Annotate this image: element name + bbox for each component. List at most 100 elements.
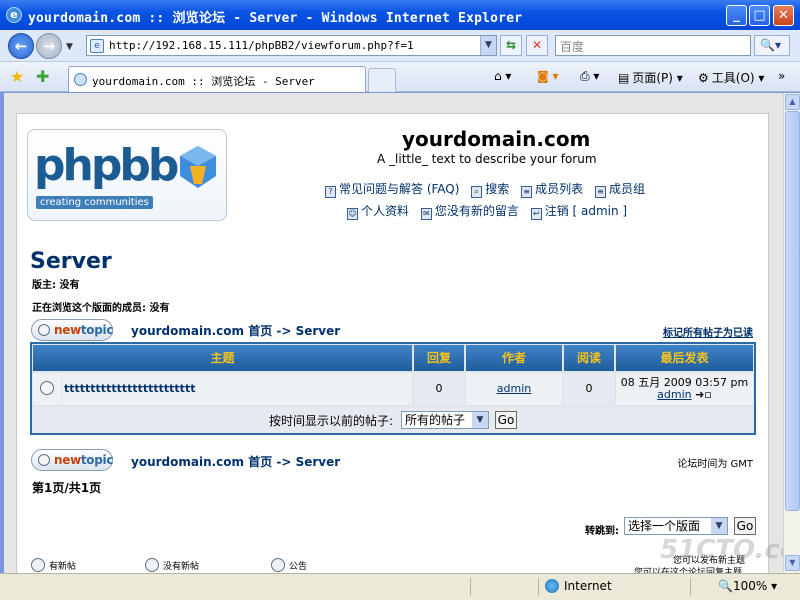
messages-link[interactable]: ✉ 您没有新的留言 (420, 202, 519, 220)
title-bar: e yourdomain.com :: 浏览论坛 - Server - Wind… (0, 0, 800, 30)
permission-reply: 您可以在这个论坛回复主题 (634, 568, 743, 573)
legend-no-new-posts: 没有新帖 (145, 558, 199, 572)
page-menu[interactable]: ▤ 页面(P) ▾ (618, 69, 683, 86)
tab-page-icon (74, 73, 87, 86)
address-url[interactable]: http://192.168.15.111/phpBB2/viewforum.p… (109, 39, 414, 52)
watermark-text: 51CTO.com (660, 535, 800, 565)
logo-wordmark: phpbb (34, 140, 179, 191)
logout-link[interactable]: ↩ 注销 [ admin ] (530, 202, 627, 220)
new-tab-button[interactable] (368, 68, 396, 92)
col-header-topic: 主题 (33, 345, 412, 371)
refresh-button[interactable]: ⇆ (500, 35, 522, 56)
breadcrumb[interactable]: yourdomain.com 首页 -> Server (131, 322, 340, 339)
print-icon[interactable]: ⎙ ▾ (580, 69, 599, 84)
logo-tagline: creating communities (36, 196, 153, 209)
messages-icon: ✉ (420, 208, 432, 220)
zoom-level[interactable]: 🔍100% ▾ (718, 579, 777, 593)
vertical-scrollbar[interactable]: ▲ ▼ (783, 93, 800, 573)
scroll-down-icon[interactable]: ▼ (785, 555, 800, 571)
timezone-text: 论坛时间为 GMT (677, 459, 753, 470)
logo-cube-icon (180, 146, 216, 188)
topic-last-post: 08 五月 2009 03:57 pm admin ➜▫ (616, 373, 753, 405)
show-from-label: 按时间显示以前的帖子: (269, 414, 394, 428)
usergroups-link[interactable]: ≡ 成员组 (594, 180, 645, 198)
scroll-thumb[interactable] (785, 111, 800, 511)
status-bar: Internet 🔍100% ▾ (0, 573, 800, 600)
logout-icon: ↩ (530, 208, 542, 220)
window-title: yourdomain.com :: 浏览论坛 - Server - Window… (28, 11, 523, 26)
faq-link[interactable]: ? 常见问题与解答 (FAQ) (325, 180, 459, 198)
phpbb-logo[interactable]: phpbb creating communities (27, 129, 227, 221)
security-zone[interactable]: Internet (545, 579, 612, 593)
chevron-down-icon: ▼ (472, 412, 488, 428)
minimize-button[interactable]: _ (726, 5, 747, 26)
topic-views: 0 (564, 373, 614, 405)
command-bar: ★ ✚ yourdomain.com :: 浏览论坛 - Server ⌂ ▾ … (0, 62, 800, 92)
col-header-lastpost: 最后发表 (616, 345, 753, 371)
show-from-select[interactable]: 所有的帖子 ▼ (401, 411, 489, 429)
usergroups-icon: ≡ (594, 186, 606, 198)
legend-announcement: 公告 (271, 558, 307, 572)
forward-button[interactable]: → (36, 33, 62, 59)
memberlist-link[interactable]: ≡ 成员列表 (521, 180, 583, 198)
announcement-icon (271, 558, 285, 572)
profile-icon: ☺ (347, 208, 358, 220)
topic-folder-icon (33, 373, 61, 405)
address-bar[interactable]: e http://192.168.15.111/phpBB2/viewforum… (86, 35, 497, 56)
new-posts-icon (31, 558, 45, 572)
search-link[interactable]: ⌕ 搜索 (471, 180, 509, 198)
new-topic-button[interactable]: newtopic (31, 319, 113, 341)
page-viewport: phpbb creating communities yourdomain.co… (4, 93, 783, 573)
top-links-row2: ☺ 个人资料 ✉ 您没有新的留言 ↩ 注销 [ admin ] (347, 202, 635, 220)
add-favorite-icon[interactable]: ✚ (36, 67, 49, 86)
legend-new-posts: 有新帖 (31, 558, 76, 572)
history-dropdown-icon[interactable]: ▼ (66, 42, 73, 52)
memberlist-icon: ≡ (521, 186, 533, 198)
top-links-row1: ? 常见问题与解答 (FAQ) ⌕ 搜索 ≡ 成员列表 ≡ 成员组 (325, 180, 653, 198)
topic-author-link[interactable]: admin (466, 373, 562, 405)
search-input[interactable]: 百度 (555, 35, 751, 56)
ie-icon: e (6, 7, 22, 23)
scroll-up-icon[interactable]: ▲ (785, 94, 800, 110)
faq-icon: ? (325, 186, 336, 198)
topics-table: 主题 回复 作者 阅读 最后发表 ttttttttttttttttttttttt… (30, 342, 756, 435)
tools-menu[interactable]: ⚙ 工具(O) ▾ (698, 69, 764, 86)
address-toolbar: ← → ▼ e http://192.168.15.111/phpBB2/vie… (0, 30, 800, 62)
address-dropdown-icon[interactable]: ▼ (480, 36, 496, 55)
show-from-go-button[interactable]: Go (495, 411, 517, 429)
pagination-text: 第1页/共1页 (32, 481, 102, 495)
home-icon[interactable]: ⌂ ▾ (494, 69, 511, 83)
stop-button[interactable]: ✕ (526, 35, 548, 56)
last-post-arrow-icon[interactable]: ➜▫ (695, 388, 712, 401)
page-menu-icon: ▤ (618, 71, 630, 85)
search-button[interactable]: 🔍▾ (754, 35, 790, 56)
last-post-author-link[interactable]: admin (657, 388, 691, 401)
no-new-posts-icon (145, 558, 159, 572)
gear-icon: ⚙ (698, 71, 709, 85)
breadcrumb-bottom[interactable]: yourdomain.com 首页 -> Server (131, 453, 340, 470)
rss-feed-icon[interactable]: ◙ ▾ (537, 69, 558, 83)
close-button[interactable]: ✕ (773, 5, 794, 26)
new-topic-button-bottom[interactable]: newtopic (31, 449, 113, 471)
forum-page: phpbb creating communities yourdomain.co… (16, 113, 769, 573)
profile-link[interactable]: ☺ 个人资料 (347, 202, 409, 220)
moderator-text: 版主: 没有 (32, 280, 80, 291)
topic-title-link[interactable]: ttttttttttttttttttttttttt (62, 373, 412, 405)
jump-forum-select[interactable]: 选择一个版面 ▼ (624, 517, 728, 535)
toolbar-overflow-icon[interactable]: » (778, 69, 785, 83)
topic-replies: 0 (414, 373, 464, 405)
tab-label: yourdomain.com :: 浏览论坛 - Server (92, 75, 315, 88)
mark-all-read-link[interactable]: 标记所有帖子为已读 (663, 324, 753, 339)
forum-title[interactable]: Server (30, 249, 112, 274)
page-icon: e (90, 39, 104, 53)
favorites-star-icon[interactable]: ★ (10, 67, 24, 86)
jump-go-button[interactable]: Go (734, 517, 756, 535)
maximize-button[interactable]: □ (749, 5, 770, 26)
new-topic-icon (38, 454, 50, 466)
col-header-author: 作者 (466, 345, 562, 371)
new-topic-icon (38, 324, 50, 336)
site-description: A _little_ text to describe your forum (377, 152, 597, 166)
back-button[interactable]: ← (8, 33, 34, 59)
search-icon: ⌕ (471, 186, 483, 198)
browser-tab[interactable]: yourdomain.com :: 浏览论坛 - Server (68, 66, 366, 92)
